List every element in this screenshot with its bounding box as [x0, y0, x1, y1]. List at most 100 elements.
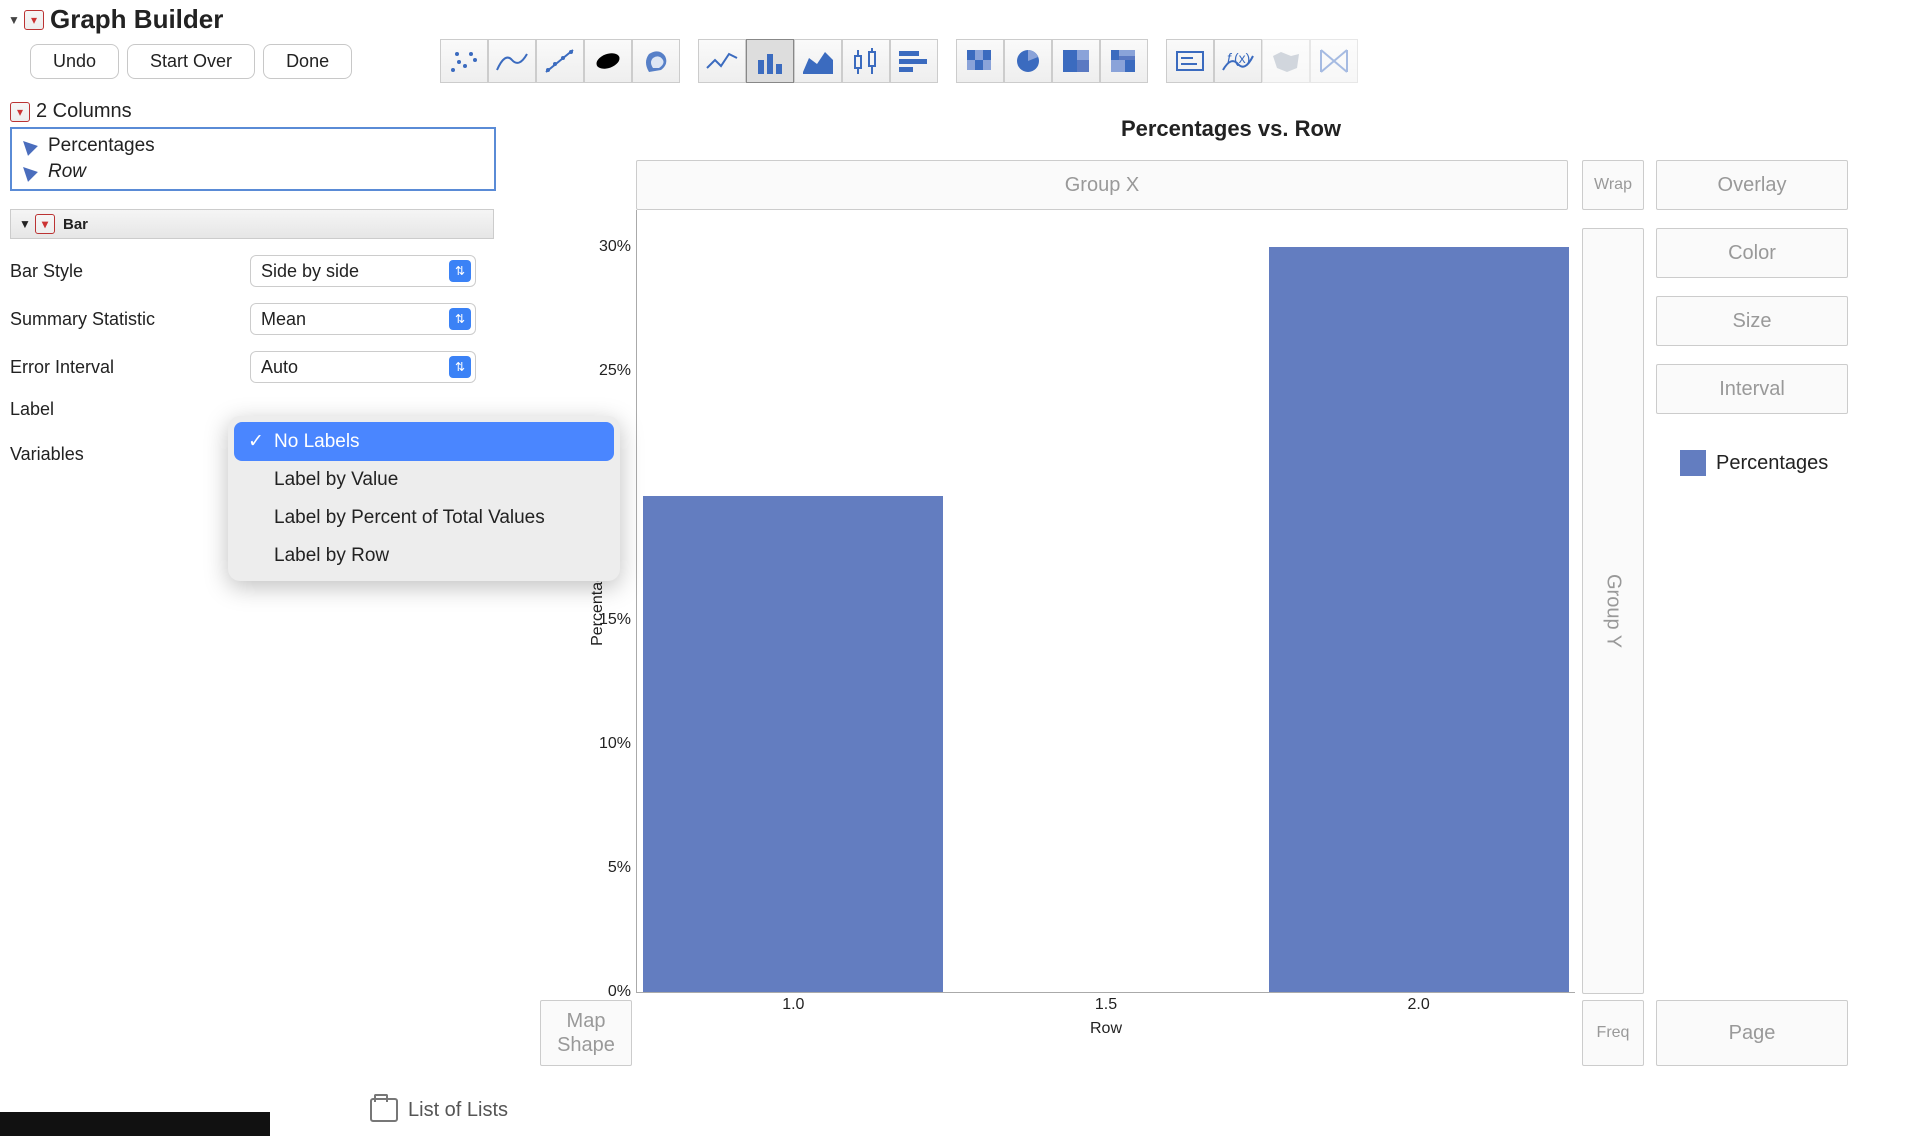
x-tick-label: 2.0 [1408, 996, 1430, 1014]
parallel-plot-icon[interactable] [1310, 39, 1358, 83]
left-panel: ▾ 2 Columns Percentages Row ▼ ▾ Bar Bar … [10, 100, 500, 465]
menu-item-label-by-value[interactable]: Label by Value [234, 461, 614, 499]
menu-item-label-by-row[interactable]: Label by Row [234, 537, 614, 575]
done-button[interactable]: Done [263, 44, 352, 79]
pie-icon[interactable] [1004, 39, 1052, 83]
column-item-label: Percentages [48, 135, 155, 157]
columns-list[interactable]: Percentages Row [10, 127, 496, 191]
column-item-label: Row [48, 161, 86, 183]
mosaic-icon[interactable] [1100, 39, 1148, 83]
footer-item-label: List of Lists [408, 1099, 508, 1122]
element-toolbar: f(x) [440, 39, 1376, 83]
panel-header: ▼ ▾ Graph Builder [0, 0, 1922, 37]
x-tick-label: 1.0 [782, 996, 804, 1014]
formula-icon[interactable]: f(x) [1214, 39, 1262, 83]
treemap-icon[interactable] [1052, 39, 1100, 83]
dropzone-size[interactable]: Size [1656, 296, 1848, 346]
line-of-fit-icon[interactable] [536, 39, 584, 83]
prop-bar-style: Bar Style Side by side ⇅ [10, 255, 500, 287]
prop-label: Label [10, 399, 250, 420]
chevron-updown-icon: ⇅ [449, 356, 471, 378]
line-icon[interactable] [698, 39, 746, 83]
menu-item-label: No Labels [274, 431, 360, 453]
checkmark-icon: ✓ [248, 430, 264, 453]
red-triangle-menu-icon[interactable]: ▾ [35, 214, 55, 234]
dropzone-page[interactable]: Page [1656, 1000, 1848, 1066]
panel-title: Graph Builder [50, 4, 223, 35]
bar-icon[interactable] [746, 39, 794, 83]
continuous-column-icon [18, 162, 38, 182]
dropzone-wrap[interactable]: Wrap [1582, 160, 1644, 210]
chevron-updown-icon: ⇅ [449, 308, 471, 330]
chevron-updown-icon: ⇅ [449, 260, 471, 282]
chart-title: Percentages vs. Row [550, 116, 1912, 142]
columns-header: ▾ 2 Columns [10, 100, 500, 123]
legend-label: Percentages [1716, 452, 1828, 475]
caption-box-icon[interactable] [1166, 39, 1214, 83]
disclosure-triangle-icon[interactable]: ▼ [17, 216, 33, 232]
element-section-header[interactable]: ▼ ▾ Bar [10, 209, 494, 239]
error-interval-select[interactable]: Auto ⇅ [250, 351, 476, 383]
contour-icon[interactable] [632, 39, 680, 83]
bar[interactable] [1269, 247, 1569, 992]
element-section-title: Bar [63, 216, 88, 233]
prop-label: Variables [10, 444, 250, 465]
dropzone-group-x[interactable]: Group X [636, 160, 1568, 210]
folder-icon [370, 1098, 398, 1122]
subbar: Undo Start Over Done f(x) [0, 37, 1922, 93]
label-dropdown-menu[interactable]: ✓ No Labels Label by Value Label by Perc… [228, 416, 620, 581]
y-tick-label: 15% [599, 611, 631, 629]
histogram-horizontal-icon[interactable] [890, 39, 938, 83]
y-tick-label: 10% [599, 735, 631, 753]
map-shapes-icon[interactable] [1262, 39, 1310, 83]
dropzone-group-y[interactable]: Group Y [1582, 228, 1644, 994]
columns-red-triangle-icon[interactable]: ▾ [10, 102, 30, 122]
menu-item-label-by-percent[interactable]: Label by Percent of Total Values [234, 499, 614, 537]
prop-error-interval: Error Interval Auto ⇅ [10, 351, 500, 383]
continuous-column-icon [18, 136, 38, 156]
window-chrome-strip [0, 1112, 270, 1136]
menu-item-label: Label by Percent of Total Values [274, 507, 545, 529]
menu-item-label: Label by Value [274, 469, 398, 491]
dropzone-interval[interactable]: Interval [1656, 364, 1848, 414]
select-value: Side by side [261, 261, 359, 282]
menu-item-label: Label by Row [274, 545, 389, 567]
dropzone-overlay[interactable]: Overlay [1656, 160, 1848, 210]
prop-summary-statistic: Summary Statistic Mean ⇅ [10, 303, 500, 335]
column-item[interactable]: Row [18, 159, 488, 185]
y-tick-label: 0% [608, 983, 631, 1001]
dropzone-color[interactable]: Color [1656, 228, 1848, 278]
prop-label: Error Interval [10, 357, 250, 378]
columns-count-label: 2 Columns [36, 100, 132, 123]
points-icon[interactable] [440, 39, 488, 83]
menu-item-no-labels[interactable]: ✓ No Labels [234, 422, 614, 461]
y-tick-label: 5% [608, 859, 631, 877]
select-value: Auto [261, 357, 298, 378]
dropzone-map-shape[interactable]: Map Shape [540, 1000, 632, 1066]
start-over-button[interactable]: Start Over [127, 44, 255, 79]
legend-swatch [1680, 450, 1706, 476]
area-icon[interactable] [794, 39, 842, 83]
legend: Percentages [1680, 450, 1828, 476]
summary-statistic-select[interactable]: Mean ⇅ [250, 303, 476, 335]
column-item[interactable]: Percentages [18, 133, 488, 159]
heatmap-icon[interactable] [956, 39, 1004, 83]
prop-label: Bar Style [10, 261, 250, 282]
bar[interactable] [643, 496, 943, 993]
prop-label: Summary Statistic [10, 309, 250, 330]
disclosure-triangle-icon[interactable]: ▼ [6, 12, 22, 28]
bar-style-select[interactable]: Side by side ⇅ [250, 255, 476, 287]
boxplot-icon[interactable] [842, 39, 890, 83]
red-triangle-menu-icon[interactable]: ▾ [24, 10, 44, 30]
x-axis-label: Row [1090, 1020, 1122, 1038]
y-tick-label: 30% [599, 238, 631, 256]
ellipse-icon[interactable] [584, 39, 632, 83]
dropzone-freq[interactable]: Freq [1582, 1000, 1644, 1066]
y-tick-label: 25% [599, 362, 631, 380]
undo-button[interactable]: Undo [30, 44, 119, 79]
select-value: Mean [261, 309, 306, 330]
smoother-icon[interactable] [488, 39, 536, 83]
footer-item[interactable]: List of Lists [370, 1098, 508, 1122]
x-tick-label: 1.5 [1095, 996, 1117, 1014]
plot-area[interactable]: Percentages Row 5%10%15%25%30%0%1.01.52.… [636, 210, 1575, 993]
